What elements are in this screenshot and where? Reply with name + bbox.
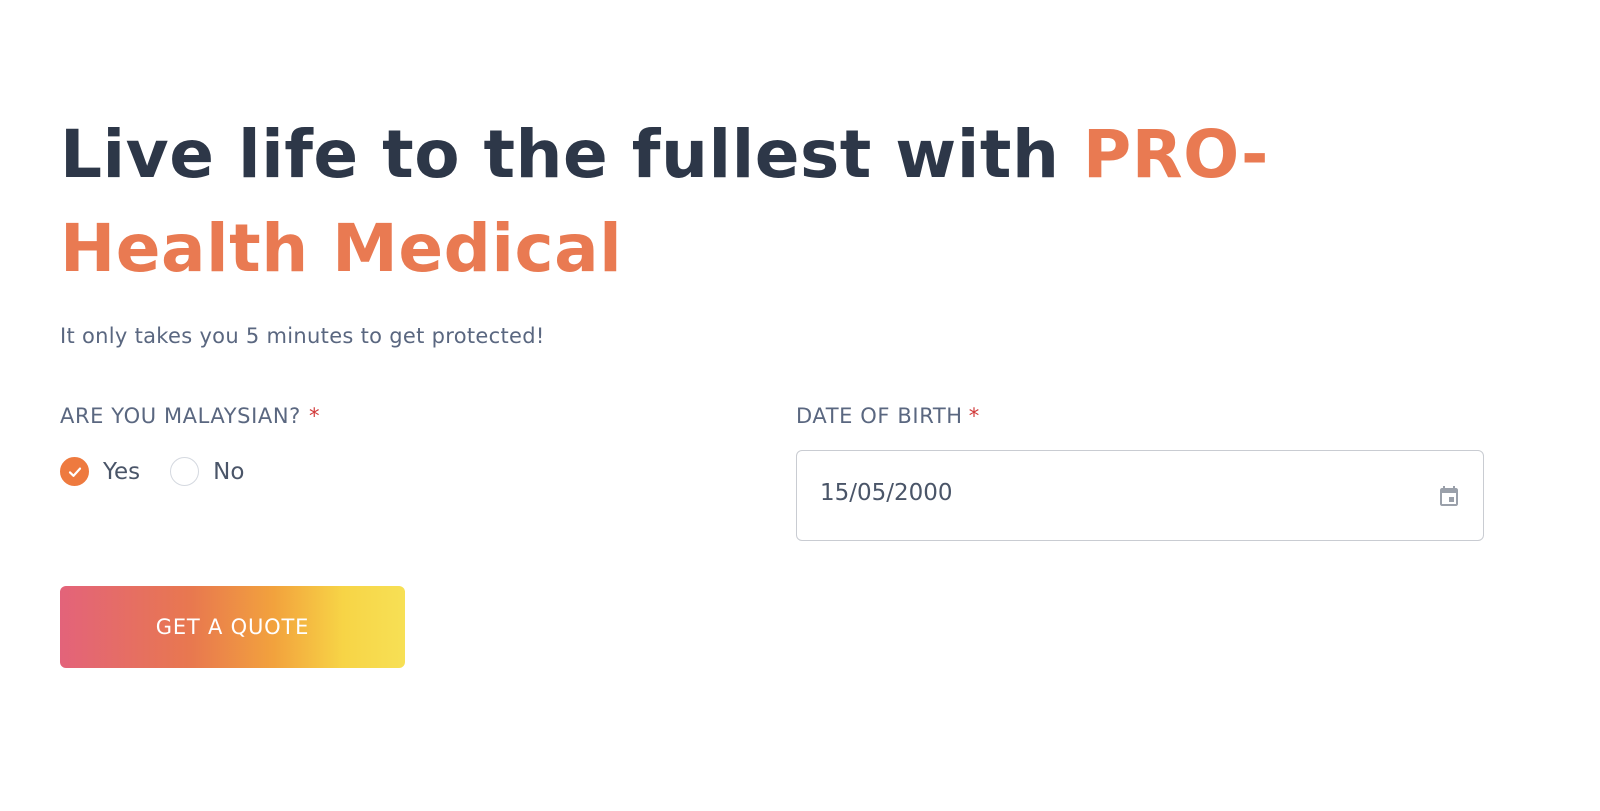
dob-label: DATE OF BIRTH * bbox=[796, 402, 980, 430]
radio-no-label[interactable]: No bbox=[213, 459, 244, 485]
title-main: Live life to the fullest with bbox=[60, 116, 1083, 193]
malaysian-radio-group: Yes No bbox=[60, 457, 274, 486]
malaysian-label-text: ARE YOU MALAYSIAN? bbox=[60, 404, 301, 428]
radio-yes-label[interactable]: Yes bbox=[103, 459, 140, 485]
required-marker: * bbox=[968, 404, 980, 428]
dob-label-text: DATE OF BIRTH bbox=[796, 404, 963, 428]
radio-yes[interactable] bbox=[60, 457, 89, 486]
dob-value: 15/05/2000 bbox=[820, 479, 953, 506]
radio-no[interactable] bbox=[170, 457, 200, 486]
page-subtitle: It only takes you 5 minutes to get prote… bbox=[60, 324, 545, 348]
required-marker: * bbox=[308, 404, 321, 428]
checkmark-icon bbox=[68, 467, 81, 477]
radio-option-yes[interactable]: Yes bbox=[60, 457, 140, 486]
get-quote-button[interactable]: GET A QUOTE bbox=[60, 586, 405, 668]
malaysian-label: ARE YOU MALAYSIAN? * bbox=[60, 402, 320, 430]
page-title: Live life to the fullest with PRO-Health… bbox=[60, 108, 1390, 296]
calendar-icon[interactable] bbox=[1437, 485, 1461, 509]
radio-option-no[interactable]: No bbox=[170, 457, 244, 486]
dob-input[interactable]: 15/05/2000 bbox=[796, 450, 1484, 541]
